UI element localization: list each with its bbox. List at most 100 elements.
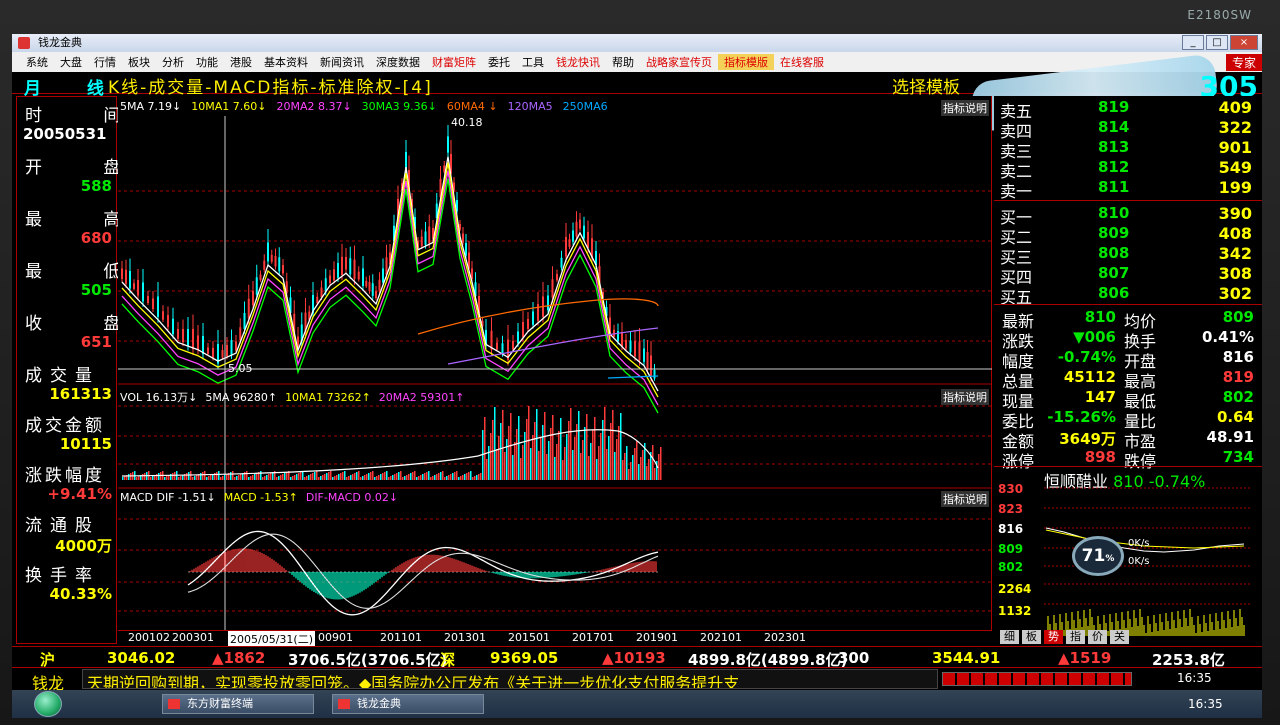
menu-item-3[interactable]: 板块 xyxy=(122,54,156,70)
taskbar-item-eastmoney[interactable]: 东方财富终端 xyxy=(162,694,314,714)
sell-level-volume: 549 xyxy=(1218,158,1252,177)
select-template-button[interactable]: 选择模板 xyxy=(892,73,960,98)
volume-bar xyxy=(122,477,124,480)
volume-bar xyxy=(480,473,482,480)
menu-item-6[interactable]: 港股 xyxy=(224,54,258,70)
intraday-mini-chart[interactable]: 恒顺醋业 810 -0.74% 830 823 816 809 802 2264 1132 … xyxy=(994,466,1262,644)
macd-legend-item: MACD DIF -1.51↓ xyxy=(120,491,216,504)
menu-item-11[interactable]: 委托 xyxy=(482,54,516,70)
volume-bar xyxy=(398,472,400,480)
buy-level-volume: 302 xyxy=(1218,284,1252,303)
candle-body xyxy=(252,291,254,305)
volume-help-button[interactable]: 指标说明 xyxy=(941,389,989,405)
chart-toolbar: 月 线 K线-成交量-MACD指标-标准除权-[4] 选择模板 305 xyxy=(12,53,1262,133)
minimize-button[interactable]: _ xyxy=(1182,35,1204,50)
menu-item-7[interactable]: 基本资料 xyxy=(258,54,314,70)
volume-bar xyxy=(138,476,140,480)
candle-body xyxy=(137,280,139,296)
app-icon xyxy=(18,37,30,49)
volume-bar xyxy=(334,476,336,480)
candle-body xyxy=(382,268,384,283)
volume-bar xyxy=(358,471,360,480)
menu-item-10[interactable]: 财富矩阵 xyxy=(426,54,482,70)
taskbar-item-qianlong[interactable]: 钱龙金典 xyxy=(332,694,484,714)
kline-ma-label: 120MA5 xyxy=(507,100,553,113)
menu-item-15[interactable]: 战略家宣传页 xyxy=(640,54,718,70)
menu-item-8[interactable]: 新闻资讯 xyxy=(314,54,370,70)
volume-bar xyxy=(572,450,574,480)
volume-bar xyxy=(546,454,548,480)
candle-body xyxy=(320,287,323,298)
candle-body xyxy=(522,322,524,338)
volume-bar xyxy=(240,474,242,480)
candle-body xyxy=(565,237,567,257)
macd-help-button[interactable]: 指标说明 xyxy=(941,491,989,507)
mini-axis-label: 830 xyxy=(998,482,1024,496)
menu-item-16[interactable]: 指标模版 xyxy=(718,54,774,70)
volume-bar xyxy=(192,477,194,480)
volume-bar xyxy=(394,474,396,480)
ticker-text[interactable]: 天期逆回购到期，实现零投放零回笼。◆国务院办公厅发布《关于进一步优化支付服务提升… xyxy=(82,669,938,689)
maximize-button[interactable]: □ xyxy=(1206,35,1228,50)
volume-bar xyxy=(486,459,488,480)
buy-quote-row: 买二 809 408 xyxy=(998,224,1254,247)
candle-body xyxy=(147,296,149,303)
tab-1[interactable]: 板 xyxy=(1022,630,1041,644)
candle-body xyxy=(517,331,519,344)
stat-value: -15.26% xyxy=(1047,408,1116,426)
volume-bar xyxy=(426,472,428,480)
low-value: 505 xyxy=(80,281,112,299)
kline-help-button[interactable]: 指标说明 xyxy=(941,100,989,116)
start-button[interactable] xyxy=(34,691,62,717)
menu-item-5[interactable]: 功能 xyxy=(190,54,224,70)
volume-bar xyxy=(626,446,628,480)
volume-bar xyxy=(142,474,144,480)
expert-menu-button[interactable]: 专家 xyxy=(1225,53,1262,71)
candle-body xyxy=(547,295,549,311)
turnover-label: 换手率 xyxy=(25,566,100,586)
volume-bar xyxy=(392,475,394,480)
gauge-value: 71 xyxy=(1081,546,1106,566)
candle-body xyxy=(187,329,189,346)
volume-bar xyxy=(564,447,566,480)
volume-bar xyxy=(166,476,168,480)
time-axis: 200102 200301 2005/05/31(二) 00901 201101 2013… xyxy=(118,630,992,647)
volume-bar xyxy=(640,457,642,480)
menu-item-1[interactable]: 大盘 xyxy=(54,54,88,70)
candle-body xyxy=(583,225,585,239)
menu-item-17[interactable]: 在线客服 xyxy=(774,54,830,70)
menu-item-13[interactable]: 钱龙快讯 xyxy=(550,54,606,70)
menu-item-12[interactable]: 工具 xyxy=(516,54,550,70)
tab-4[interactable]: 价 xyxy=(1088,630,1107,644)
candle-body xyxy=(212,348,214,358)
menu-item-4[interactable]: 分析 xyxy=(156,54,190,70)
volume-bar xyxy=(386,471,388,480)
menu-item-0[interactable]: 系统 xyxy=(20,54,54,70)
volume-bar xyxy=(378,475,380,480)
tab-5[interactable]: 关 xyxy=(1110,630,1129,644)
stat-value: 48.91 xyxy=(1206,428,1254,446)
close-button[interactable]: × xyxy=(1230,35,1258,50)
index-status-bar: 沪 3046.02 ▲1862 3706.5亿(3706.5亿) 深 9369.05 ▲10… xyxy=(12,646,1262,669)
menu-item-9[interactable]: 深度数据 xyxy=(370,54,426,70)
volume-bar xyxy=(648,459,650,480)
price-chart-canvas[interactable]: 40.18 5.05 xyxy=(118,96,992,630)
stat-value: 3649万 xyxy=(1059,430,1116,448)
volume-bar xyxy=(586,414,588,480)
candle-body xyxy=(501,343,504,354)
tab-0[interactable]: 细 xyxy=(1000,630,1019,644)
tab-3[interactable]: 指 xyxy=(1066,630,1085,644)
volume-bar xyxy=(284,473,286,480)
index-status-item: 深 xyxy=(440,651,456,669)
candle-body xyxy=(579,219,581,229)
chart-area[interactable]: 40.18 5.05 5MA 7.19↓ 10MA1 7.60↓ 20MA2 8.37… xyxy=(118,96,992,644)
candle-body xyxy=(496,342,498,350)
menu-item-2[interactable]: 行情 xyxy=(88,54,122,70)
tab-2[interactable]: 势 xyxy=(1044,630,1063,644)
volume-bar xyxy=(566,434,568,480)
menu-item-14[interactable]: 帮助 xyxy=(606,54,640,70)
buy-quote-row: 买三 808 342 xyxy=(998,244,1254,267)
volume-bar xyxy=(344,471,346,480)
index-status-item: 沪 xyxy=(40,651,56,669)
volume-bar xyxy=(434,475,436,480)
